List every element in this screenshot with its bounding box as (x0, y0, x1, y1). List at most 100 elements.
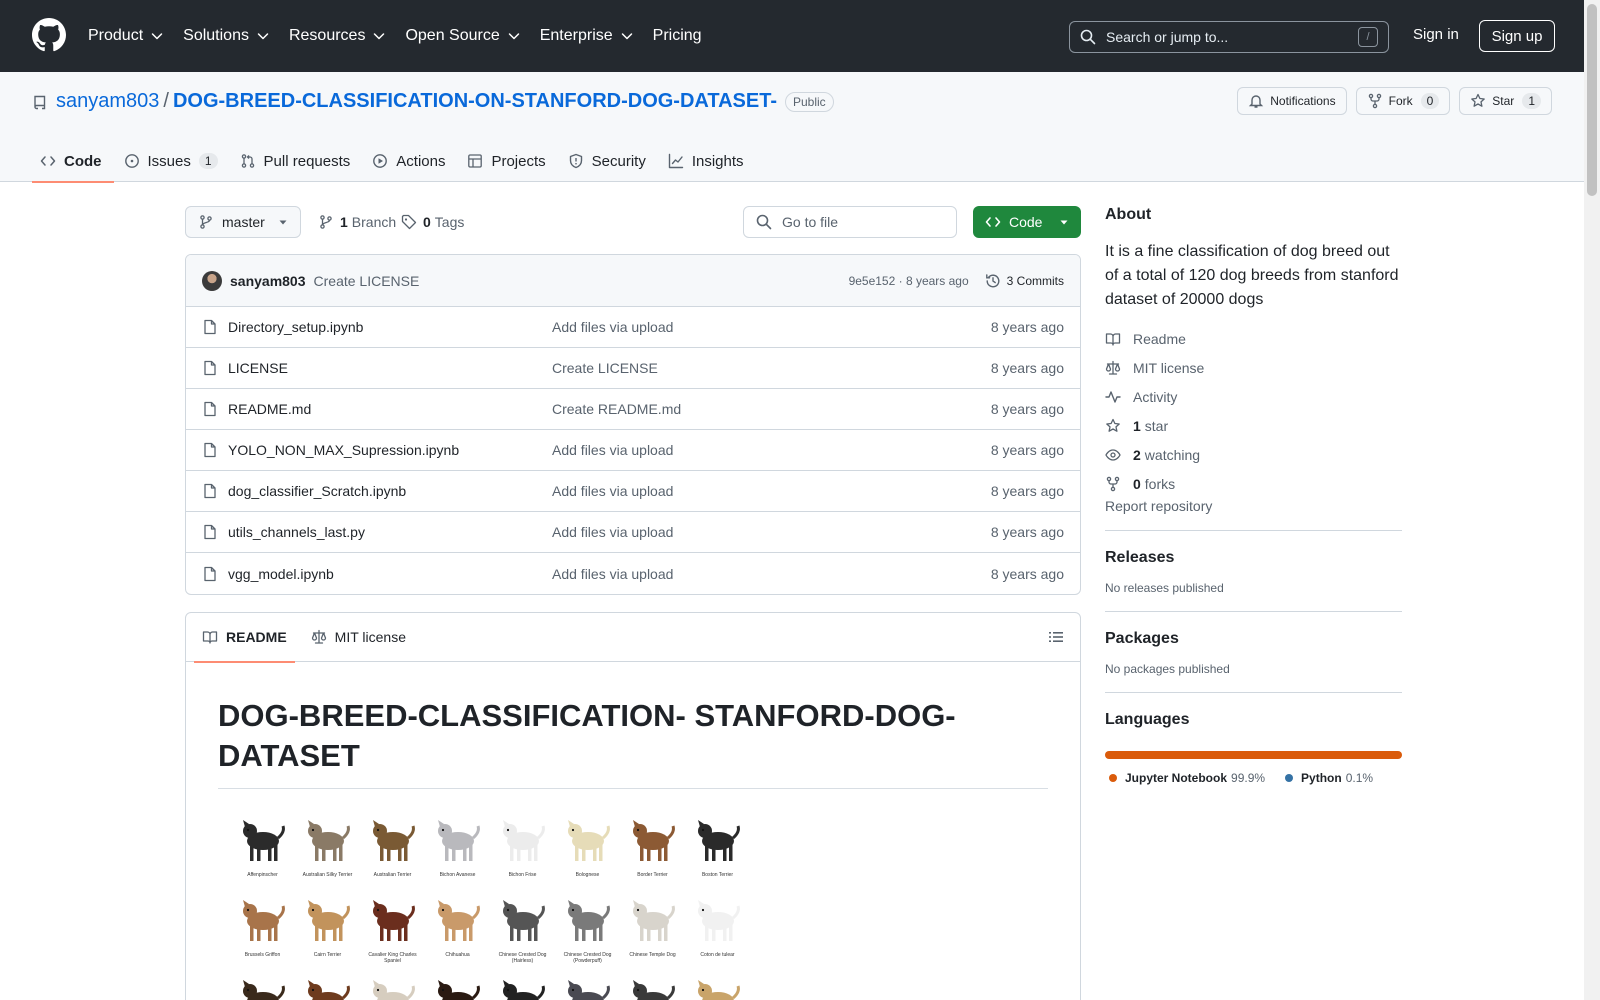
go-to-file-input[interactable]: Go to file (743, 206, 957, 238)
about-link-star[interactable]: 1 star (1105, 411, 1402, 440)
tab-security[interactable]: Security (560, 140, 658, 182)
about-link-readme[interactable]: Readme (1105, 324, 1402, 353)
branch-select-button[interactable]: master (185, 206, 301, 238)
latest-commit-bar: sanyam803 Create LICENSE 9e5e152 · 8 yea… (186, 255, 1080, 307)
file-commit-message-link[interactable]: Add files via upload (552, 319, 991, 335)
file-name-link[interactable]: YOLO_NON_MAX_Supression.ipynb (228, 442, 552, 458)
tags-link[interactable]: 0 Tags (401, 214, 464, 230)
breed-label: Chinese Crested Dog (Powderpuff) (563, 952, 612, 964)
dog-icon (502, 980, 545, 1000)
repo-actions: Notifications Fork 0 Star 1 (1228, 87, 1552, 115)
dog-icon (437, 980, 480, 1000)
global-nav: Product Solutions Resources Open Source Ente… (88, 0, 720, 72)
breed-thumbnail (360, 969, 425, 1000)
scrollbar-thumb[interactable] (1587, 4, 1597, 196)
file-name-link[interactable]: vgg_model.ipynb (228, 566, 552, 582)
file-name-link[interactable]: README.md (228, 401, 552, 417)
file-commit-message-link[interactable]: Add files via upload (552, 524, 991, 540)
dog-icon (372, 820, 415, 861)
breed-label: Cavalier King Charles Spaniel (368, 952, 417, 964)
fork-button[interactable]: Fork 0 (1355, 87, 1451, 115)
file-name-link[interactable]: dog_classifier_Scratch.ipynb (228, 483, 552, 499)
commit-author-link[interactable]: sanyam803 (230, 273, 306, 289)
releases-heading[interactable]: Releases (1105, 549, 1402, 567)
history-icon (985, 273, 1000, 287)
dog-icon (437, 820, 480, 861)
global-nav-item[interactable]: Product (88, 27, 165, 45)
file-commit-message-link[interactable]: Add files via upload (552, 566, 991, 582)
language-bar-segment (1105, 751, 1402, 759)
file-commit-message-link[interactable]: Create LICENSE (552, 360, 991, 376)
dog-icon (242, 820, 285, 861)
fork-count: 0 (1420, 93, 1440, 109)
about-link-label: MIT license (1133, 359, 1205, 376)
list-icon[interactable] (1048, 629, 1064, 645)
tab-actions[interactable]: Actions (364, 140, 457, 182)
tab-projects[interactable]: Projects (459, 140, 557, 182)
notifications-button[interactable]: Notifications (1237, 87, 1347, 115)
visibility-badge: Public (785, 91, 834, 112)
readme-tab-readme[interactable]: README (194, 613, 295, 663)
about-link-activity[interactable]: Activity (1105, 382, 1402, 411)
breed-label: Chinese Temple Dog (629, 952, 676, 958)
global-nav-item[interactable]: Solutions (183, 27, 271, 45)
law-icon (1105, 360, 1121, 375)
dog-icon (437, 900, 480, 941)
file-name-link[interactable]: utils_channels_last.py (228, 524, 552, 540)
readme-tab-mit-license[interactable]: MIT license (303, 613, 414, 662)
repo-name-link[interactable]: DOG-BREED-CLASSIFICATION-ON-STANFORD-DOG… (173, 90, 777, 113)
commit-message-link[interactable]: Create LICENSE (314, 273, 849, 289)
commits-history-link[interactable]: 3 Commits (985, 273, 1064, 289)
breed-thumbnail: Cairn Terrier (295, 889, 360, 969)
commit-meta[interactable]: 9e5e152 · 8 years ago (849, 274, 969, 288)
about-link-forks[interactable]: 0 forks (1105, 469, 1402, 498)
shield-icon (569, 153, 582, 169)
tab-pull-requests[interactable]: Pull requests (232, 140, 363, 182)
branches-link[interactable]: 1 Branch (318, 214, 396, 230)
repo-owner-link[interactable]: sanyam803 (56, 90, 159, 113)
chevron-down-icon (151, 33, 163, 40)
tab-label: Code (64, 152, 102, 170)
book-icon (202, 631, 218, 644)
file-name-link[interactable]: Directory_setup.ipynb (228, 319, 552, 335)
file-name-link[interactable]: LICENSE (228, 360, 552, 376)
language-item[interactable]: Jupyter Notebook 99.9% (1105, 771, 1265, 785)
avatar[interactable] (202, 270, 222, 291)
file-commit-message-link[interactable]: Add files via upload (552, 442, 991, 458)
file-commit-message-link[interactable]: Add files via upload (552, 483, 991, 499)
file-commit-message-link[interactable]: Create README.md (552, 401, 991, 417)
global-nav-item[interactable]: Open Source (405, 27, 521, 45)
file-age: 8 years ago (990, 319, 1064, 335)
sign-in-link[interactable]: Sign in (1413, 26, 1459, 43)
about-description: It is a fine classification of dog breed… (1105, 243, 1399, 308)
about-link-count: 1 (1133, 417, 1141, 434)
about-link-watching[interactable]: 2 watching (1105, 440, 1402, 469)
about-link-mit-license[interactable]: MIT license (1105, 353, 1402, 382)
global-nav-item[interactable]: Enterprise (540, 27, 635, 45)
tab-insights[interactable]: Insights (660, 140, 756, 182)
tab-label: Pull requests (263, 152, 351, 170)
breed-label: Bichon Avanese (439, 872, 476, 878)
dog-icon (567, 820, 610, 861)
global-nav-label: Resources (288, 27, 366, 44)
global-search[interactable]: Search or jump to... / (1069, 21, 1389, 53)
dog-icon (372, 900, 415, 941)
global-nav-item[interactable]: Pricing (653, 27, 702, 45)
dog-icon (307, 820, 350, 861)
sign-up-button[interactable]: Sign up (1479, 20, 1555, 52)
tab-label: Insights (691, 152, 744, 170)
language-percent: 0.1% (1345, 771, 1374, 785)
tab-issues[interactable]: Issues 1 (116, 140, 230, 182)
file-list: Directory_setup.ipynb Add files via uploa… (186, 307, 1080, 594)
global-nav-item[interactable]: Resources (289, 27, 387, 45)
packages-section: Packages No packages published (1105, 611, 1402, 676)
star-count: 1 (1522, 93, 1541, 109)
tab-code[interactable]: Code (32, 140, 114, 183)
star-button[interactable]: Star 1 (1459, 87, 1552, 115)
code-dropdown-button[interactable]: Code (973, 206, 1081, 238)
github-logo-icon[interactable] (32, 18, 66, 52)
packages-heading[interactable]: Packages (1105, 630, 1402, 648)
breed-label: Bolognese (575, 872, 600, 878)
report-repository-link[interactable]: Report repository (1105, 498, 1212, 514)
language-item[interactable]: Python 0.1% (1281, 771, 1373, 785)
